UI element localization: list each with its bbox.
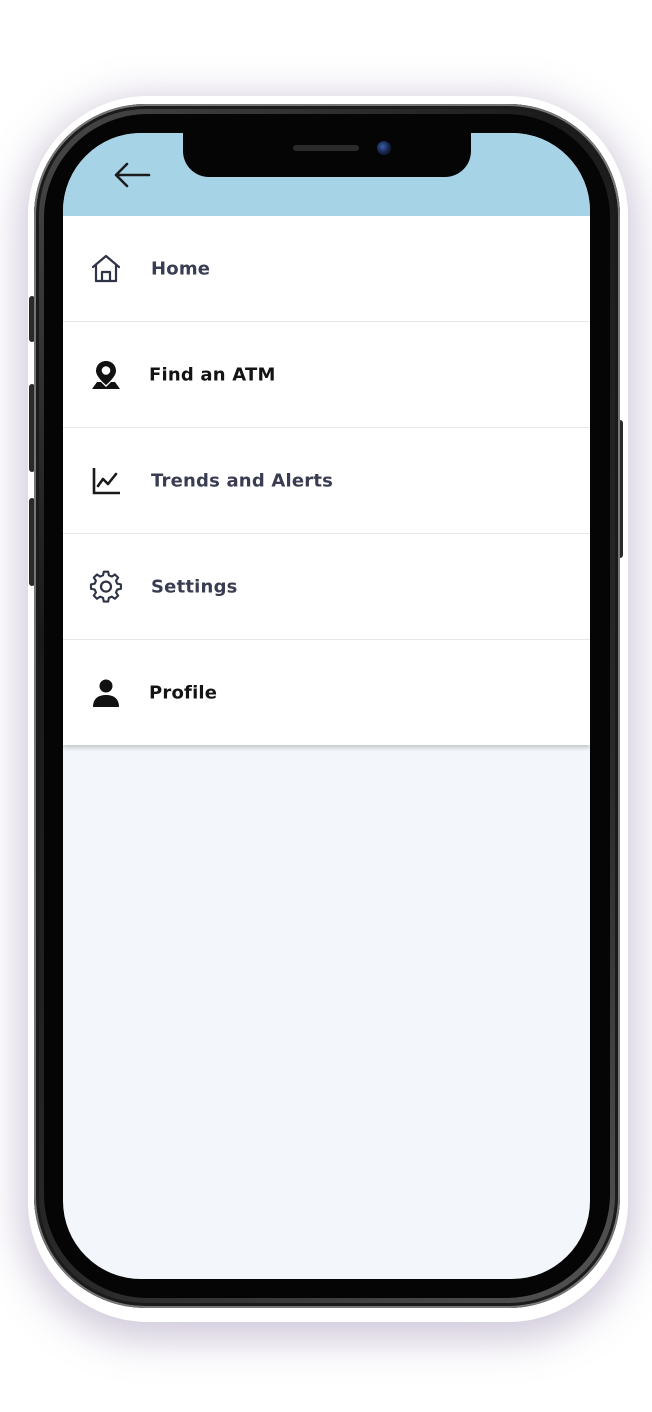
menu-item-find-atm[interactable]: Find an ATM (63, 322, 590, 428)
menu-item-settings[interactable]: Settings (63, 534, 590, 640)
menu-item-label: Settings (151, 576, 238, 597)
menu-item-trends-alerts[interactable]: Trends and Alerts (63, 428, 590, 534)
front-camera (377, 141, 391, 155)
menu-item-label: Profile (149, 682, 218, 703)
phone-screen: Home Find an ATM Trends and Alerts Setti… (63, 133, 590, 1279)
menu-item-profile[interactable]: Profile (63, 640, 590, 745)
menu-item-label: Trends and Alerts (151, 470, 334, 491)
home-icon (89, 252, 123, 286)
stage: Home Find an ATM Trends and Alerts Setti… (0, 0, 652, 1412)
menu-item-home[interactable]: Home (63, 216, 590, 322)
arrow-left-icon (114, 162, 151, 188)
user-icon (89, 676, 123, 710)
menu-item-label: Find an ATM (149, 364, 276, 385)
menu-item-label: Home (151, 258, 211, 279)
nav-menu: Home Find an ATM Trends and Alerts Setti… (63, 216, 590, 745)
speaker-grille (293, 145, 359, 151)
map-pin-person-icon (89, 358, 123, 392)
back-button[interactable] (109, 155, 153, 195)
phone-notch (183, 133, 471, 177)
trend-chart-icon (89, 464, 123, 498)
gear-icon (89, 570, 123, 604)
